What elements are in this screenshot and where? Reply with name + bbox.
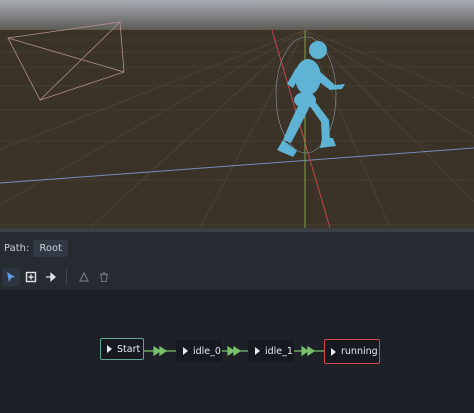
play-icon xyxy=(183,347,188,355)
transition-arrow-icon xyxy=(153,345,162,357)
play-icon xyxy=(255,347,260,355)
state-node-label: running xyxy=(341,346,378,357)
path-label: Path: xyxy=(4,242,30,254)
trash-icon xyxy=(100,271,108,283)
auto-triangle-icon xyxy=(79,271,89,282)
delete-button[interactable] xyxy=(95,268,113,286)
state-node-label: idle_0 xyxy=(193,345,221,357)
state-node-running[interactable]: running xyxy=(324,339,380,364)
path-root-button[interactable]: Root xyxy=(33,239,68,257)
play-icon xyxy=(331,347,336,356)
state-node-idle-1[interactable]: idle_1 xyxy=(248,340,294,362)
toolbar-separator xyxy=(66,269,67,285)
select-cursor-icon xyxy=(7,272,15,282)
state-machine-graph[interactable]: Start idle_0 idle_1 running xyxy=(0,290,474,413)
state-node-start[interactable]: Start xyxy=(100,338,144,360)
create-node-button[interactable] xyxy=(22,268,40,286)
transition-arrow-icon xyxy=(159,345,168,357)
3d-viewport[interactable] xyxy=(0,0,474,228)
transition-arrow-icon xyxy=(227,345,236,357)
transition-arrow-icon xyxy=(233,345,242,357)
transition-arrow-icon xyxy=(307,345,316,357)
state-node-idle-0[interactable]: idle_0 xyxy=(176,340,222,362)
create-node-icon xyxy=(25,271,37,283)
connect-transition-icon xyxy=(46,272,56,282)
state-machine-toolbar xyxy=(0,264,474,291)
viewport-scene xyxy=(0,0,474,228)
select-tool-button[interactable] xyxy=(2,268,20,286)
state-node-label: Start xyxy=(117,343,141,355)
state-node-label: idle_1 xyxy=(265,345,293,357)
connect-transition-button[interactable] xyxy=(42,268,60,286)
sky xyxy=(0,0,474,30)
auto-triangle-button[interactable] xyxy=(75,268,93,286)
transition-arrow-icon xyxy=(301,345,310,357)
transition-connectors xyxy=(144,345,324,357)
play-icon xyxy=(107,345,112,353)
path-bar: Path: Root xyxy=(0,232,474,264)
